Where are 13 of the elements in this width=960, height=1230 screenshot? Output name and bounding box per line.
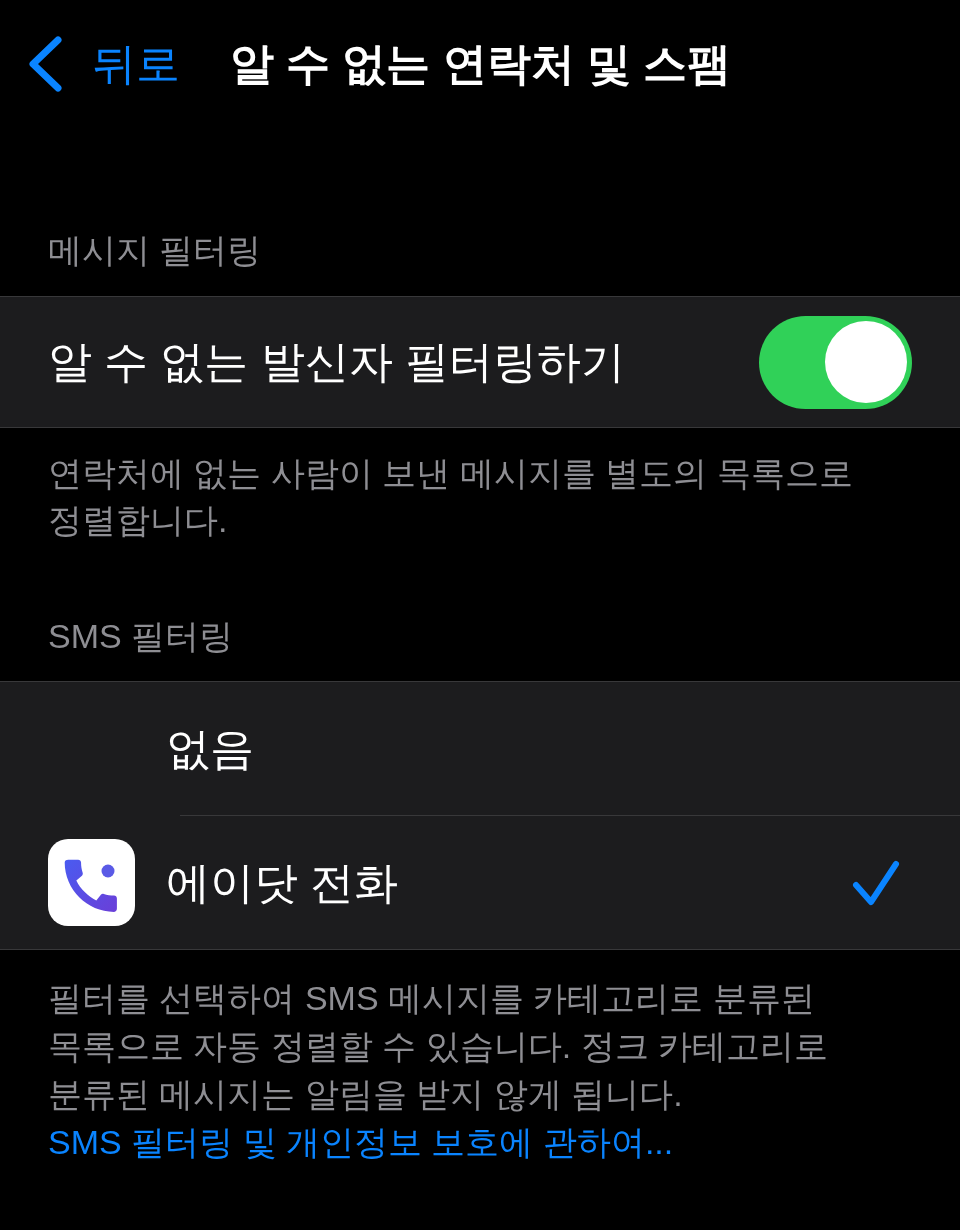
back-button[interactable]: 뒤로 bbox=[28, 36, 180, 92]
filter-option[interactable]: 없음 bbox=[0, 682, 960, 815]
back-chevron-icon bbox=[28, 36, 62, 92]
toggle-label: 알 수 없는 발신자 필터링하기 bbox=[48, 336, 625, 388]
section-footer-text: 필터를 선택하여 SMS 메시지를 카테고리로 분류된 목록으로 자동 정렬할 수 있습니다. 정크 카테고리로 분류된 메시지는 알림을 받지 않게 됩니다. bbox=[48, 978, 830, 1115]
checkmark-icon bbox=[852, 859, 900, 906]
phone-app-icon bbox=[48, 839, 135, 926]
section-header: SMS 필터링 bbox=[48, 616, 235, 657]
section-footer-text: 연락처에 없는 사람이 보낸 메시지를 별도의 목록으로 정렬합니다. bbox=[48, 453, 854, 541]
page-title: 알 수 없는 연락처 및 스팸 bbox=[230, 38, 732, 90]
privacy-link[interactable]: SMS 필터링 및 개인정보 보호에 관하여... bbox=[48, 1118, 674, 1166]
filter-option[interactable]: 에이닷 전화 bbox=[0, 816, 960, 949]
section-header: 메시지 필터링 bbox=[48, 230, 263, 271]
